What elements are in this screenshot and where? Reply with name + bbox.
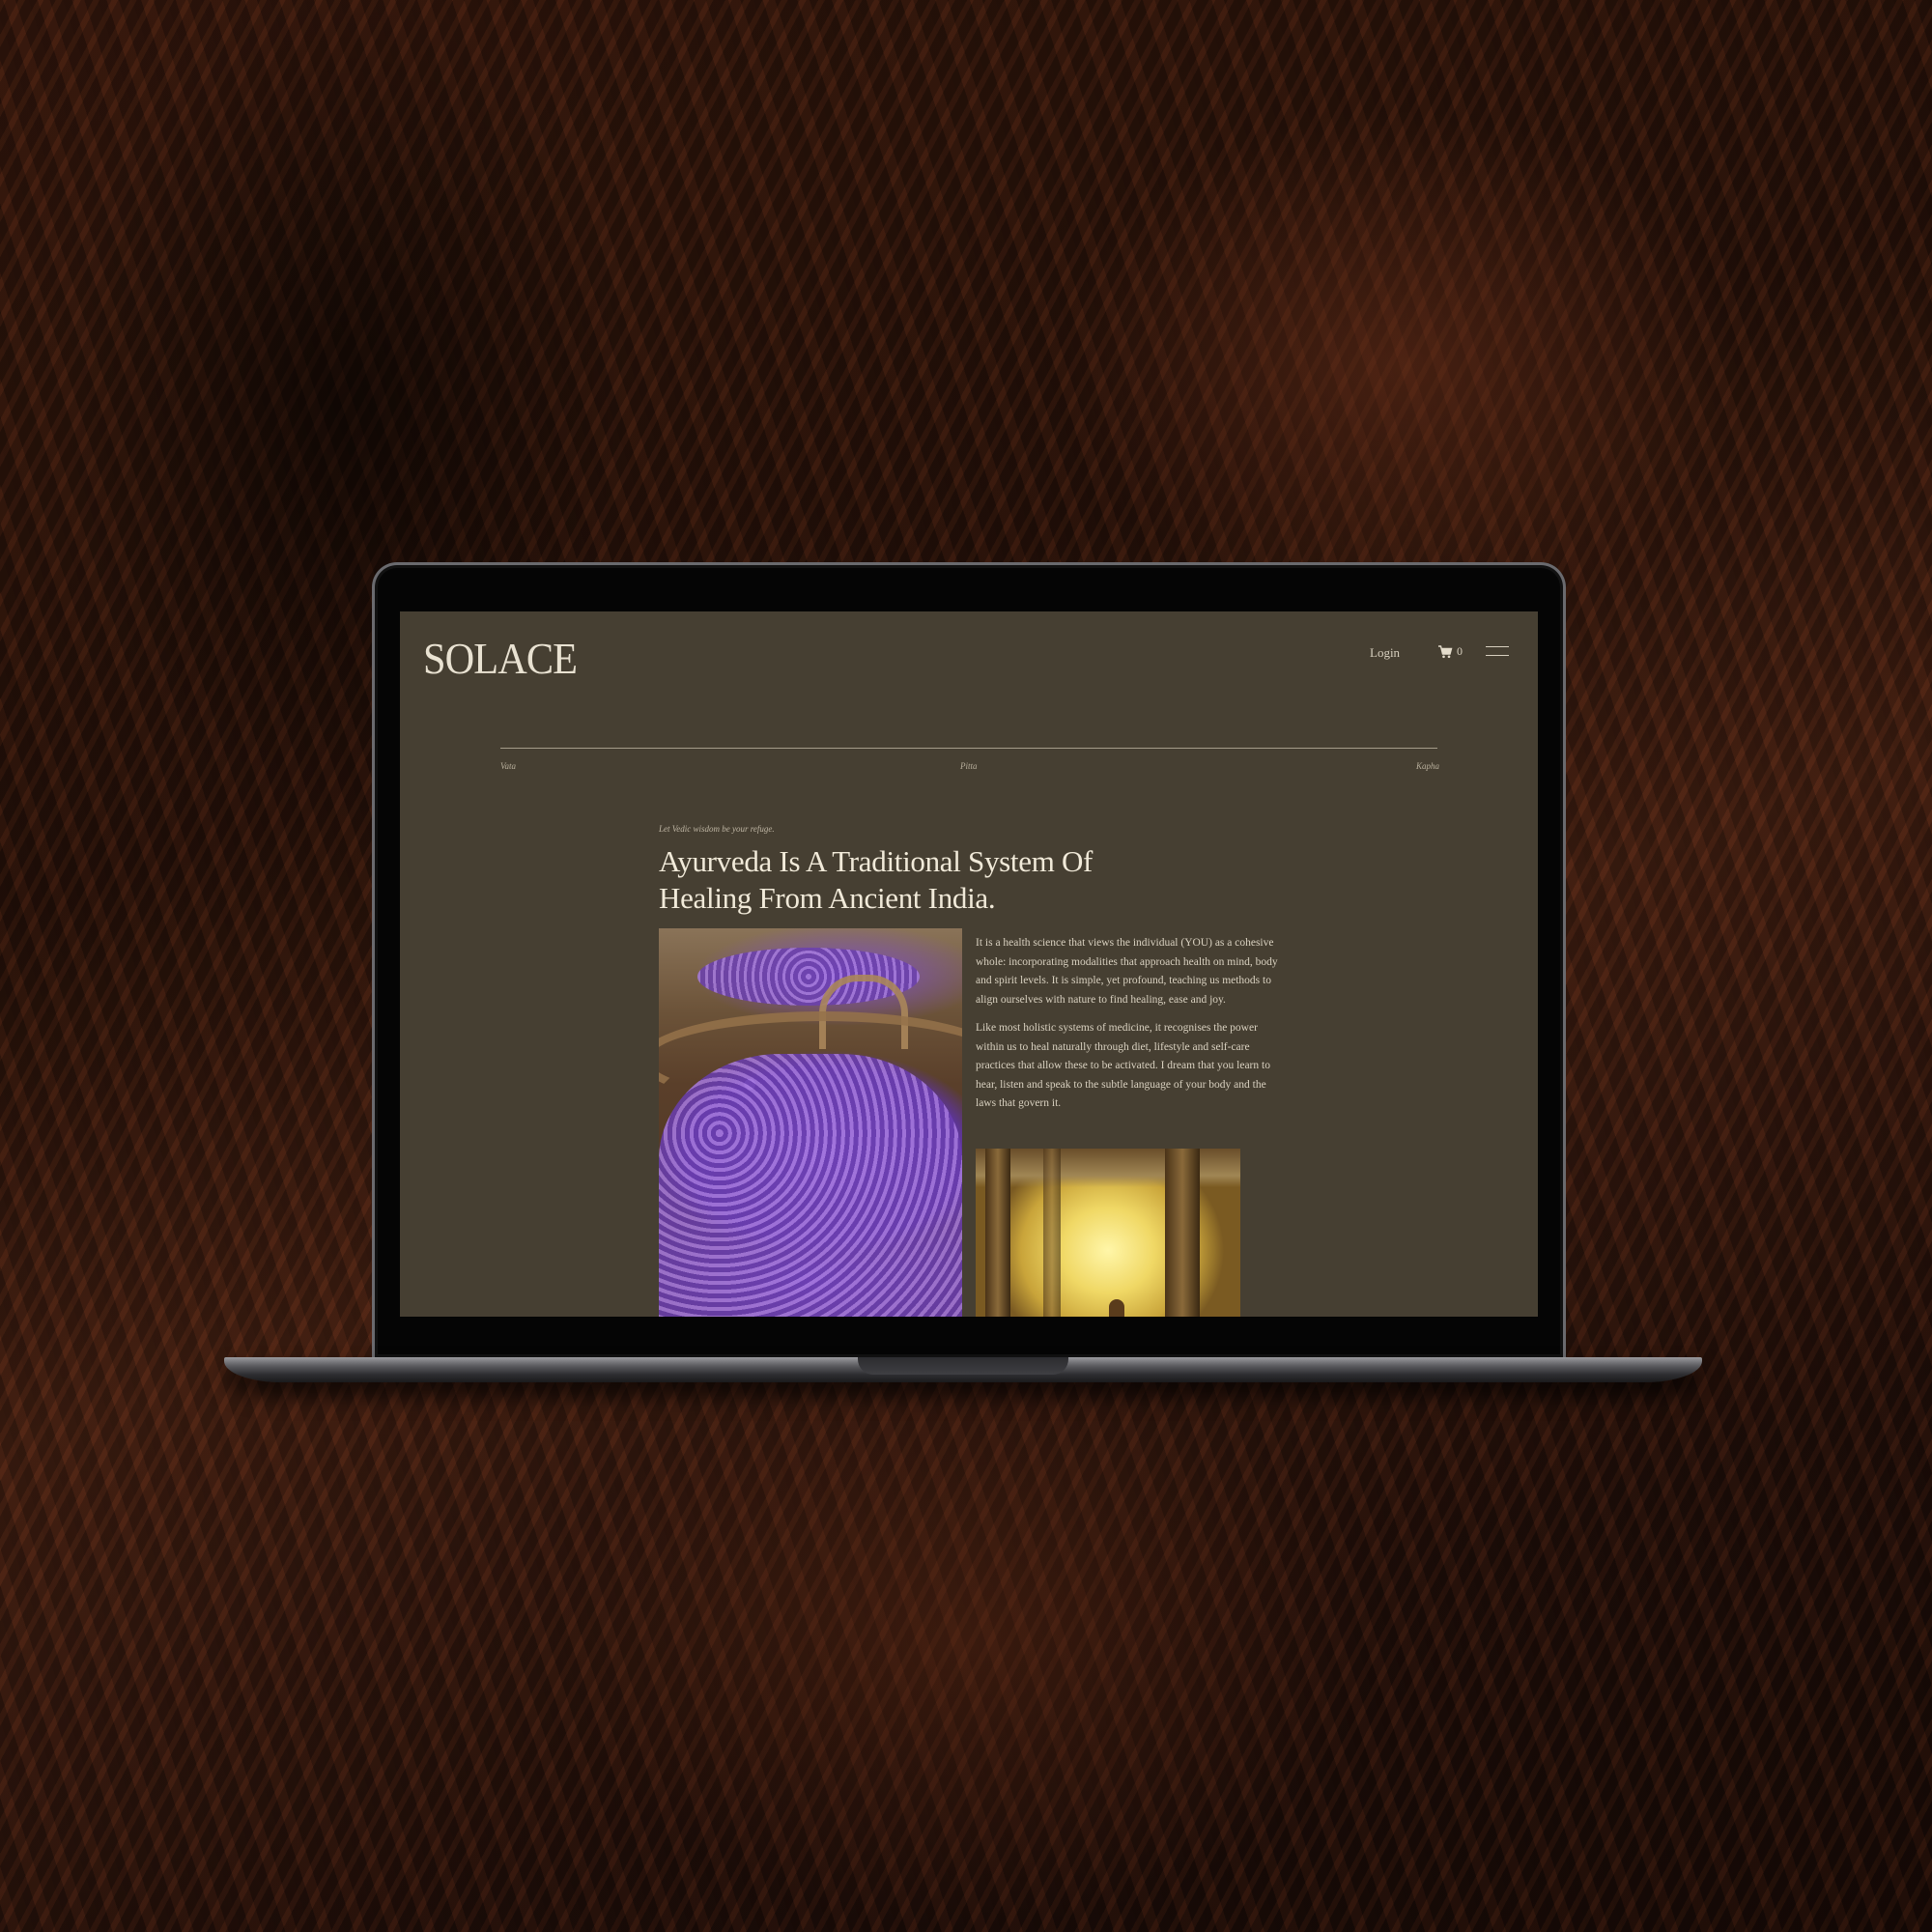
dosha-link-kapha[interactable]: Kapha — [1416, 761, 1439, 771]
browser-viewport: SOLACE Login 0 Vata Pitta Kapha Let Vedi… — [400, 611, 1538, 1317]
article-paragraph-1: It is a health science that views the in… — [976, 937, 1278, 1006]
eyebrow-text: Let Vedic wisdom be your refuge. — [659, 824, 775, 834]
dosha-divider — [500, 748, 1437, 749]
article-paragraph-2: Like most holistic systems of medicine, … — [976, 1022, 1270, 1109]
site-logo[interactable]: SOLACE — [423, 633, 578, 684]
laptop-notch — [858, 1357, 1068, 1375]
menu-line — [1486, 655, 1509, 656]
saffron-basket-image — [659, 928, 962, 1317]
temple-pillar — [1165, 1149, 1200, 1317]
hamburger-menu-icon[interactable] — [1486, 646, 1509, 658]
cart-button[interactable]: 0 — [1437, 644, 1463, 659]
cart-icon — [1438, 644, 1453, 658]
temple-pillar — [1043, 1149, 1061, 1317]
dosha-link-pitta[interactable]: Pitta — [960, 761, 978, 771]
silhouette-figure — [1109, 1299, 1124, 1317]
page-title: Ayurveda Is A Traditional System Of Heal… — [659, 844, 1094, 915]
menu-line — [1486, 646, 1509, 647]
basket-rim — [659, 1011, 962, 1108]
temple-sunlight-image — [976, 1149, 1240, 1317]
login-link[interactable]: Login — [1370, 645, 1400, 661]
temple-arch — [976, 1149, 1240, 1187]
cart-count: 0 — [1457, 644, 1463, 658]
temple-pillar — [985, 1149, 1010, 1317]
article-body: It is a health science that views the in… — [976, 934, 1285, 1123]
dosha-link-vata[interactable]: Vata — [500, 761, 516, 771]
